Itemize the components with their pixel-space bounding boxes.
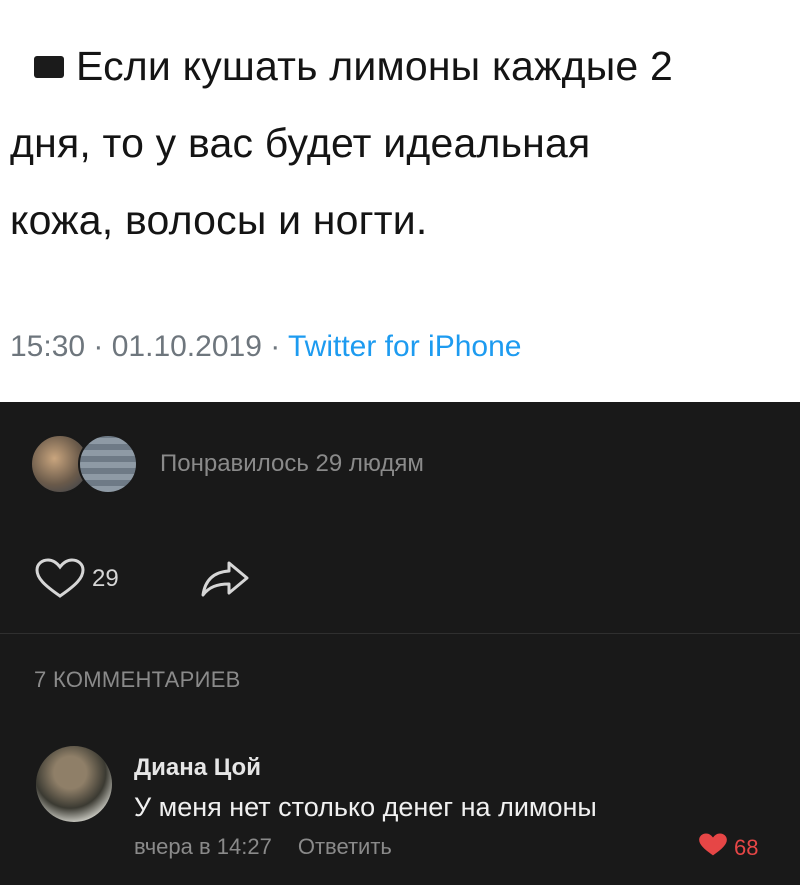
comment-like-count: 68 <box>734 834 759 860</box>
divider <box>0 633 800 634</box>
tweet-source-link[interactable]: Twitter for iPhone <box>288 330 521 363</box>
tweet-text: Если кушать лимоны каждые 2 дня, то у ва… <box>10 28 795 259</box>
comments-count-header: 7 КОММЕНТАРИЕВ <box>34 667 241 692</box>
black-square-icon <box>34 56 64 78</box>
comment-item: Диана Цой У меня нет столько денег на ли… <box>0 740 800 860</box>
tweet-meta: 15:30 · 01.10.2019 · Twitter for iPhone <box>10 330 521 364</box>
comment-timestamp: вчера в 14:27 <box>134 834 272 859</box>
comment-text: У меня нет столько денег на лимоны <box>134 792 597 822</box>
likers-row[interactable]: Понравилось 29 людям <box>30 434 424 494</box>
commenter-avatar[interactable] <box>36 746 112 822</box>
likes-summary[interactable]: Понравилось 29 людям <box>160 450 424 478</box>
tweet-text-line: кожа, волосы и ногти. <box>10 197 428 243</box>
like-count: 29 <box>92 565 119 592</box>
comment-author[interactable]: Диана Цой <box>134 754 261 782</box>
liker-avatar <box>78 434 138 494</box>
post-actions: 29 <box>34 558 251 600</box>
heart-filled-icon <box>698 832 728 863</box>
tweet-text-line: дня, то у вас будет идеальная <box>10 120 591 166</box>
heart-outline-icon[interactable] <box>34 558 86 600</box>
share-arrow-icon[interactable] <box>199 559 251 599</box>
tweet-timestamp: 15:30 · 01.10.2019 · <box>10 330 288 363</box>
comment-like-button[interactable]: 68 <box>698 832 758 863</box>
comment-meta: вчера в 14:27 Ответить <box>134 834 392 860</box>
reply-button[interactable]: Ответить <box>298 834 392 859</box>
tweet-screenshot: Если кушать лимоны каждые 2 дня, то у ва… <box>0 0 800 402</box>
tweet-text-line: Если кушать лимоны каждые 2 <box>76 43 673 89</box>
